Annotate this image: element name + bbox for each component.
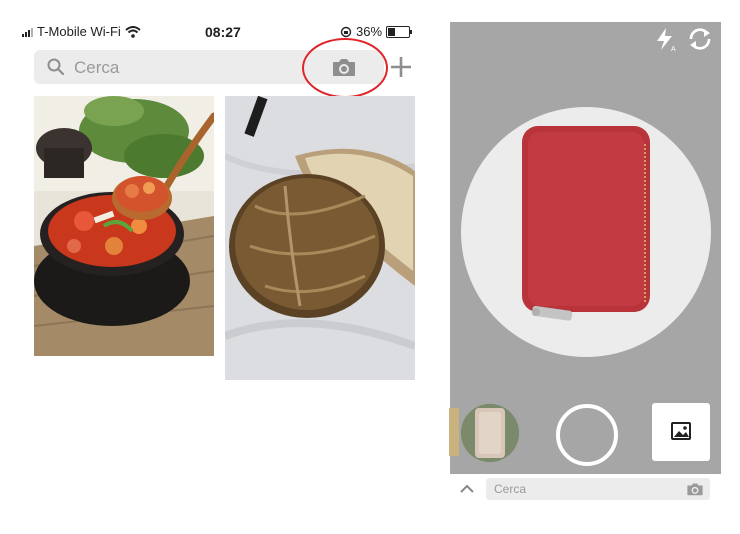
mini-search-placeholder: Cerca (494, 482, 527, 496)
orientation-lock-icon (340, 26, 352, 37)
wallet-object (522, 126, 650, 321)
camera-highlight-circle (302, 38, 388, 98)
status-right: 36% (340, 24, 413, 39)
soup-pin[interactable] (34, 96, 214, 356)
chevron-up-icon[interactable] (458, 480, 476, 498)
bread-pin[interactable] (225, 96, 415, 380)
gallery-button[interactable] (652, 403, 710, 461)
signal-icon (22, 27, 33, 37)
status-time: 08:27 (205, 24, 241, 40)
carrier-label: T-Mobile Wi-Fi (37, 24, 121, 39)
battery-percent: 36% (356, 24, 383, 39)
switch-camera-icon[interactable] (686, 26, 714, 52)
wifi-icon (125, 25, 141, 38)
mini-search-input[interactable]: Cerca (486, 478, 710, 500)
bread-image (225, 96, 415, 380)
recent-photo-thumbnail[interactable] (461, 404, 519, 462)
status-left: T-Mobile Wi-Fi (22, 24, 141, 39)
plus-icon[interactable] (388, 52, 414, 82)
previous-thumbnail[interactable] (449, 408, 459, 456)
flash-icon[interactable]: A (652, 26, 678, 52)
camera-icon[interactable] (686, 481, 704, 497)
gallery-icon (671, 422, 691, 440)
battery-icon (386, 25, 413, 38)
svg-text:A: A (671, 46, 676, 52)
search-icon (47, 58, 65, 76)
shutter-button[interactable] (556, 404, 618, 466)
search-placeholder: Cerca (74, 58, 120, 77)
soup-image (34, 96, 214, 356)
